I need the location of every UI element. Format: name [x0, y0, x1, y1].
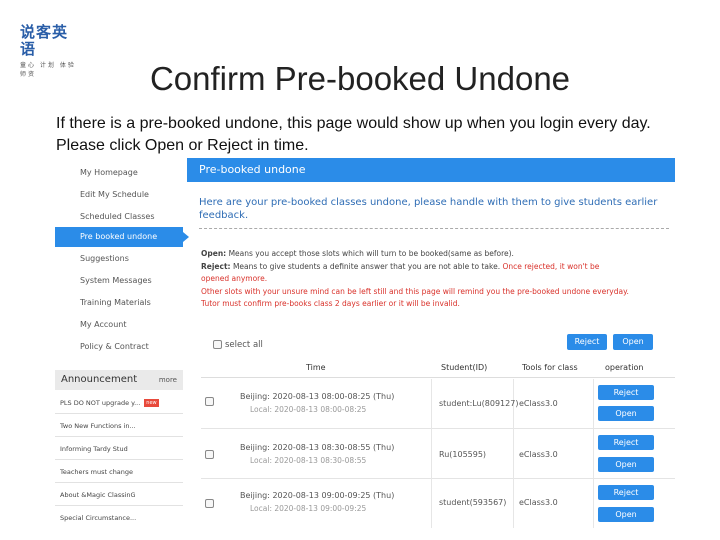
rule-open-label: Open:	[201, 249, 227, 258]
announcement-header: Announcement more	[55, 370, 183, 390]
column-divider	[431, 429, 432, 479]
sidebar-item-label: My Account	[80, 320, 127, 329]
teacher-portal-screenshot: My Homepage Edit My Schedule Scheduled C…	[55, 158, 675, 528]
announcement-item[interactable]: Teachers must change	[55, 461, 183, 483]
row-checkbox[interactable]	[205, 397, 214, 406]
logo: 说客英语 童心 计划 体验 师资	[20, 24, 82, 79]
column-header-student: Student(ID)	[441, 363, 488, 372]
column-divider	[431, 379, 432, 429]
column-divider	[593, 379, 594, 429]
row-time-local: Local: 2020-08-13 09:00-09:25	[250, 504, 367, 513]
sidebar-item-label: Pre booked undone	[80, 232, 158, 241]
sidebar-item-label: System Messages	[80, 276, 152, 285]
sidebar-item-edit-my-schedule[interactable]: Edit My Schedule	[55, 185, 183, 205]
sidebar: My Homepage Edit My Schedule Scheduled C…	[55, 158, 189, 528]
table-row: Beijing: 2020-08-13 09:00-09:25 (Thu) Lo…	[201, 479, 675, 528]
reject-button[interactable]: Reject	[598, 385, 654, 400]
new-badge: new	[144, 399, 159, 407]
open-button[interactable]: Open	[598, 457, 654, 472]
slide-title: Confirm Pre-booked Undone	[149, 60, 571, 97]
announcement-item[interactable]: Two New Functions in...	[55, 415, 183, 437]
main-panel: Pre-booked undone Here are your pre-book…	[187, 158, 675, 528]
table-header: Time Student(ID) Tools for class operati…	[201, 358, 675, 378]
slide-description-line-1: If there is a pre-booked undone, this pa…	[56, 115, 651, 132]
sidebar-item-policy-contract[interactable]: Policy & Contract	[55, 337, 183, 357]
row-time-beijing: Beijing: 2020-08-13 08:00-08:25 (Thu)	[240, 392, 395, 401]
announcement-item[interactable]: PLS DO NOT upgrade y... new	[55, 392, 183, 414]
announcement-more-link[interactable]: more	[159, 370, 177, 390]
column-divider	[513, 429, 514, 479]
column-header-operation: operation	[605, 363, 644, 372]
sidebar-item-label: Scheduled Classes	[80, 212, 155, 221]
sidebar-item-label: Edit My Schedule	[80, 190, 149, 199]
sidebar-item-my-homepage[interactable]: My Homepage	[55, 163, 183, 183]
rule-reject-label: Reject:	[201, 261, 231, 271]
column-divider	[593, 429, 594, 479]
sidebar-item-training-materials[interactable]: Training Materials	[55, 293, 183, 313]
announcement-item[interactable]: Special Circumstance...	[55, 507, 183, 528]
row-tools: eClass3.0	[519, 498, 558, 507]
table-row: Beijing: 2020-08-13 08:30-08:55 (Thu) Lo…	[201, 429, 675, 479]
rule-reject-text: Means to give students a definite answer…	[232, 261, 501, 271]
column-header-tools: Tools for class	[522, 363, 578, 372]
reject-all-button[interactable]: Reject	[567, 334, 607, 350]
rules-text: Open: Means you accept those slots which…	[201, 248, 671, 311]
column-header-time: Time	[306, 363, 326, 372]
sidebar-item-pre-booked-undone[interactable]: Pre booked undone	[55, 227, 189, 247]
rule-reject-warning-cont: opened anymore.	[201, 274, 268, 283]
row-student: student(593567)	[439, 498, 507, 507]
column-divider	[593, 479, 594, 528]
announcement-item-label: Teachers must change	[60, 468, 134, 476]
rule-open-text: Means you accept those slots which will …	[228, 249, 514, 258]
table-row: Beijing: 2020-08-13 08:00-08:25 (Thu) Lo…	[201, 379, 675, 429]
row-time-local: Local: 2020-08-13 08:00-08:25	[250, 405, 367, 414]
reject-button[interactable]: Reject	[598, 435, 654, 450]
row-time-beijing: Beijing: 2020-08-13 08:30-08:55 (Thu)	[240, 443, 395, 452]
announcement-item-label: Two New Functions in...	[60, 422, 136, 430]
sidebar-item-label: My Homepage	[80, 168, 138, 177]
row-time-beijing: Beijing: 2020-08-13 09:00-09:25 (Thu)	[240, 491, 395, 500]
announcement-item-label: Informing Tardy Stud	[60, 445, 128, 453]
rule-tutor: Tutor must confirm pre-books class 2 day…	[201, 299, 460, 308]
sidebar-item-label: Suggestions	[80, 254, 129, 263]
announcement-item-label: About &Magic ClassinG	[60, 491, 136, 499]
sidebar-item-suggestions[interactable]: Suggestions	[55, 249, 183, 269]
sidebar-item-scheduled-classes[interactable]: Scheduled Classes	[55, 207, 183, 227]
rule-other: Other slots with your unsure mind can be…	[201, 286, 629, 296]
row-tools: eClass3.0	[519, 450, 558, 459]
logo-text: 说客英语	[20, 23, 69, 58]
select-all-label: select all	[225, 340, 263, 350]
announcement-item[interactable]: About &Magic ClassinG	[55, 484, 183, 506]
sidebar-item-label: Policy & Contract	[80, 342, 149, 351]
rule-open: Open: Means you accept those slots which…	[201, 248, 671, 261]
row-time-local: Local: 2020-08-13 08:30-08:55	[250, 456, 367, 465]
divider	[199, 228, 669, 229]
intro-text: Here are your pre-booked classes undone,…	[199, 197, 658, 221]
row-student: Ru(105595)	[439, 450, 487, 459]
row-tools: eClass3.0	[519, 399, 558, 408]
column-divider	[431, 479, 432, 528]
slide-description: If there is a pre-booked undone, this pa…	[56, 113, 696, 157]
announcement-item[interactable]: Informing Tardy Stud	[55, 438, 183, 460]
rule-reject-warning: Once rejected, it won't be	[502, 261, 600, 271]
open-all-button[interactable]: Open	[613, 334, 653, 350]
announcement-item-label: PLS DO NOT upgrade y...	[60, 399, 141, 407]
column-divider	[513, 479, 514, 528]
sidebar-item-my-account[interactable]: My Account	[55, 315, 183, 335]
open-button[interactable]: Open	[598, 406, 654, 421]
announcement-item-label: Special Circumstance...	[60, 514, 137, 522]
slide-description-line-2: Please click Open or Reject in time.	[56, 137, 309, 154]
page-header: Pre-booked undone	[187, 158, 675, 182]
row-checkbox[interactable]	[205, 450, 214, 459]
row-student: student:Lu(809127)	[439, 399, 519, 408]
sidebar-item-label: Training Materials	[80, 298, 151, 307]
announcement-title: Announcement	[61, 374, 138, 385]
select-all-checkbox[interactable]	[213, 340, 222, 349]
row-checkbox[interactable]	[205, 499, 214, 508]
sidebar-item-system-messages[interactable]: System Messages	[55, 271, 183, 291]
rule-reject: Reject: Means to give students a definit…	[201, 261, 671, 274]
open-button[interactable]: Open	[598, 507, 654, 522]
reject-button[interactable]: Reject	[598, 485, 654, 500]
